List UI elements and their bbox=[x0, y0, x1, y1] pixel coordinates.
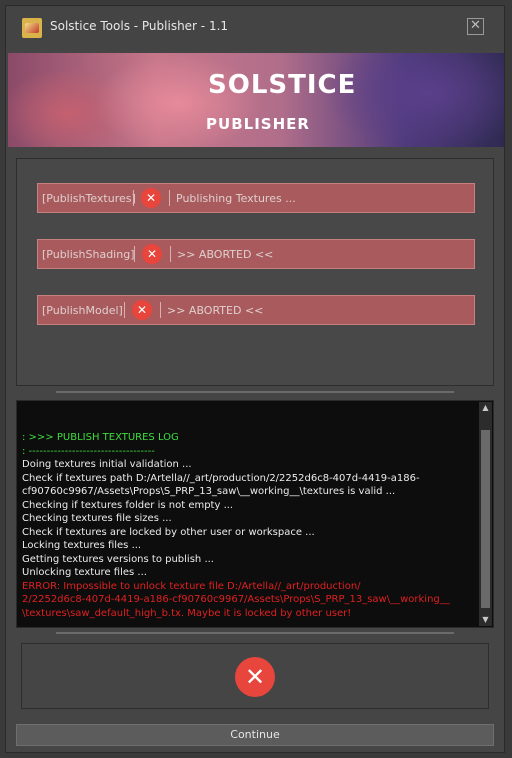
log-line: : ----------------------------------- bbox=[22, 445, 155, 457]
step-status: >> ABORTED << bbox=[167, 304, 264, 317]
step-separator bbox=[133, 190, 134, 206]
close-button[interactable]: ✕ bbox=[467, 18, 484, 35]
log-line: cf90760c9967/Assets\Props\S_PRP_13_saw\_… bbox=[22, 486, 396, 497]
banner-subtitle: PUBLISHER bbox=[206, 115, 310, 133]
log-line: Check if textures path D:/Artella//_art/… bbox=[22, 472, 420, 484]
continue-button[interactable]: Continue bbox=[16, 724, 494, 746]
log-line: : >>> PUBLISH TEXTURES LOG bbox=[22, 432, 179, 443]
log-line: ERROR: Impossible to unlock texture file… bbox=[22, 580, 361, 592]
step-separator bbox=[169, 190, 170, 206]
step-status: Publishing Textures ... bbox=[176, 192, 296, 205]
publisher-banner: SOLSTICE PUBLISHER bbox=[8, 53, 504, 147]
splitter-handle[interactable] bbox=[56, 632, 454, 634]
log-line: Checking textures file sizes ... bbox=[22, 513, 172, 524]
log-line: Unlocking texture files ... bbox=[22, 567, 147, 578]
step-name: [PublishModel] bbox=[42, 304, 123, 317]
step-separator bbox=[160, 302, 161, 318]
error-icon: ✕ bbox=[142, 244, 162, 264]
splitter-handle[interactable] bbox=[56, 391, 454, 393]
step-name: [PublishShading] bbox=[42, 248, 135, 261]
log-scrollbar[interactable]: ▲ ▼ bbox=[479, 402, 492, 626]
step-separator bbox=[134, 246, 135, 262]
step-publish-shading[interactable]: [PublishShading] ✕ >> ABORTED << bbox=[37, 239, 475, 269]
log-line: \textures\saw_default_high_b.tx. Maybe i… bbox=[22, 607, 352, 619]
step-separator bbox=[124, 302, 125, 318]
title-bar[interactable]: Solstice Tools - Publisher - 1.1 ✕ bbox=[6, 6, 504, 50]
result-panel: ✕ bbox=[21, 643, 489, 709]
log-content: : >>> PUBLISH TEXTURES LOG : ------------… bbox=[22, 431, 477, 620]
step-separator bbox=[170, 246, 171, 262]
banner-logo: SOLSTICE bbox=[208, 70, 357, 100]
log-line: Getting textures versions to publish ... bbox=[22, 553, 214, 565]
log-line: 2/2252d6c8-407d-4419-a186-cf90760c9967/A… bbox=[22, 594, 450, 605]
scroll-down-arrow-icon[interactable]: ▼ bbox=[479, 614, 492, 626]
log-line: Locking textures files ... bbox=[22, 540, 142, 551]
app-icon bbox=[22, 18, 42, 38]
publish-log[interactable]: : >>> PUBLISH TEXTURES LOG : ------------… bbox=[16, 400, 494, 628]
log-line: Checking if textures folder is not empty… bbox=[22, 499, 234, 511]
log-line: Check if textures are locked by other us… bbox=[22, 526, 315, 538]
scroll-up-arrow-icon[interactable]: ▲ bbox=[479, 402, 492, 414]
step-name: [PublishTextures] bbox=[42, 192, 136, 205]
error-icon: ✕ bbox=[132, 300, 152, 320]
scroll-thumb[interactable] bbox=[481, 430, 490, 608]
error-icon: ✕ bbox=[141, 188, 161, 208]
step-status: >> ABORTED << bbox=[177, 248, 274, 261]
publisher-window: Solstice Tools - Publisher - 1.1 ✕ SOLST… bbox=[5, 5, 505, 753]
error-x-icon: ✕ bbox=[235, 657, 275, 697]
steps-panel: [PublishTextures] ✕ Publishing Textures … bbox=[16, 158, 494, 386]
step-publish-textures[interactable]: [PublishTextures] ✕ Publishing Textures … bbox=[37, 183, 475, 213]
log-line: Doing textures initial validation ... bbox=[22, 459, 192, 470]
window-title: Solstice Tools - Publisher - 1.1 bbox=[50, 19, 229, 33]
step-publish-model[interactable]: [PublishModel] ✕ >> ABORTED << bbox=[37, 295, 475, 325]
